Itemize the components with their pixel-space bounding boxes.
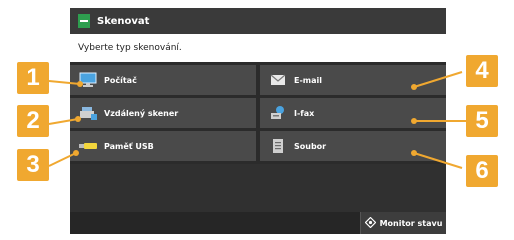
option-remote-scanner[interactable]: Vzdálený skener (70, 98, 256, 128)
title-bar: Skenovat (70, 8, 446, 34)
remote-scanner-icon (78, 105, 98, 121)
callout-3: 3 (17, 149, 49, 181)
callout-6: 6 (466, 155, 498, 187)
envelope-icon (268, 72, 288, 88)
computer-icon (78, 72, 98, 88)
callout-4: 4 (466, 55, 498, 87)
scan-type-grid: Počítač E-mail Vzdálený skener I-fax Pam… (70, 65, 446, 212)
option-label: Soubor (294, 141, 327, 151)
callout-5: 5 (466, 105, 498, 137)
option-label: Vzdálený skener (104, 108, 179, 118)
scan-screen: Skenovat Vyberte typ skenování. Počítač … (70, 8, 446, 234)
status-monitor-button[interactable]: Monitor stavu (360, 212, 446, 234)
ifax-icon (268, 105, 288, 121)
option-usb-memory[interactable]: Paměť USB (70, 131, 256, 161)
option-ifax[interactable]: I-fax (260, 98, 446, 128)
file-icon (268, 138, 288, 154)
option-label: Počítač (104, 75, 137, 85)
callout-2: 2 (17, 105, 49, 137)
scanner-icon (78, 14, 90, 28)
prompt-text: Vyberte typ skenování. (70, 34, 446, 62)
option-label: E-mail (294, 75, 323, 85)
option-computer[interactable]: Počítač (70, 65, 256, 95)
window-title: Skenovat (97, 15, 150, 27)
bottom-bar: Monitor stavu (70, 212, 446, 234)
option-label: Paměť USB (104, 141, 154, 151)
status-monitor-label: Monitor stavu (379, 218, 443, 228)
status-monitor-icon (364, 216, 376, 230)
empty-area (70, 164, 446, 212)
usb-drive-icon (78, 138, 98, 154)
callout-1: 1 (17, 62, 49, 94)
option-label: I-fax (294, 108, 315, 118)
option-file[interactable]: Soubor (260, 131, 446, 161)
option-email[interactable]: E-mail (260, 65, 446, 95)
